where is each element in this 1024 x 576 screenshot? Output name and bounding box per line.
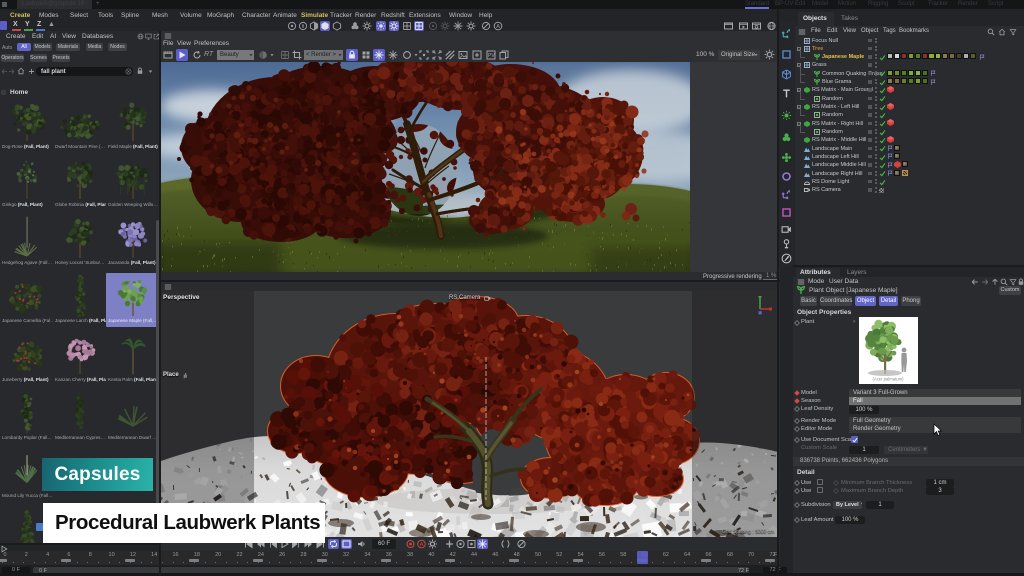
svg-text:A: A [496, 24, 500, 30]
svg-text:PV: PV [488, 53, 495, 59]
